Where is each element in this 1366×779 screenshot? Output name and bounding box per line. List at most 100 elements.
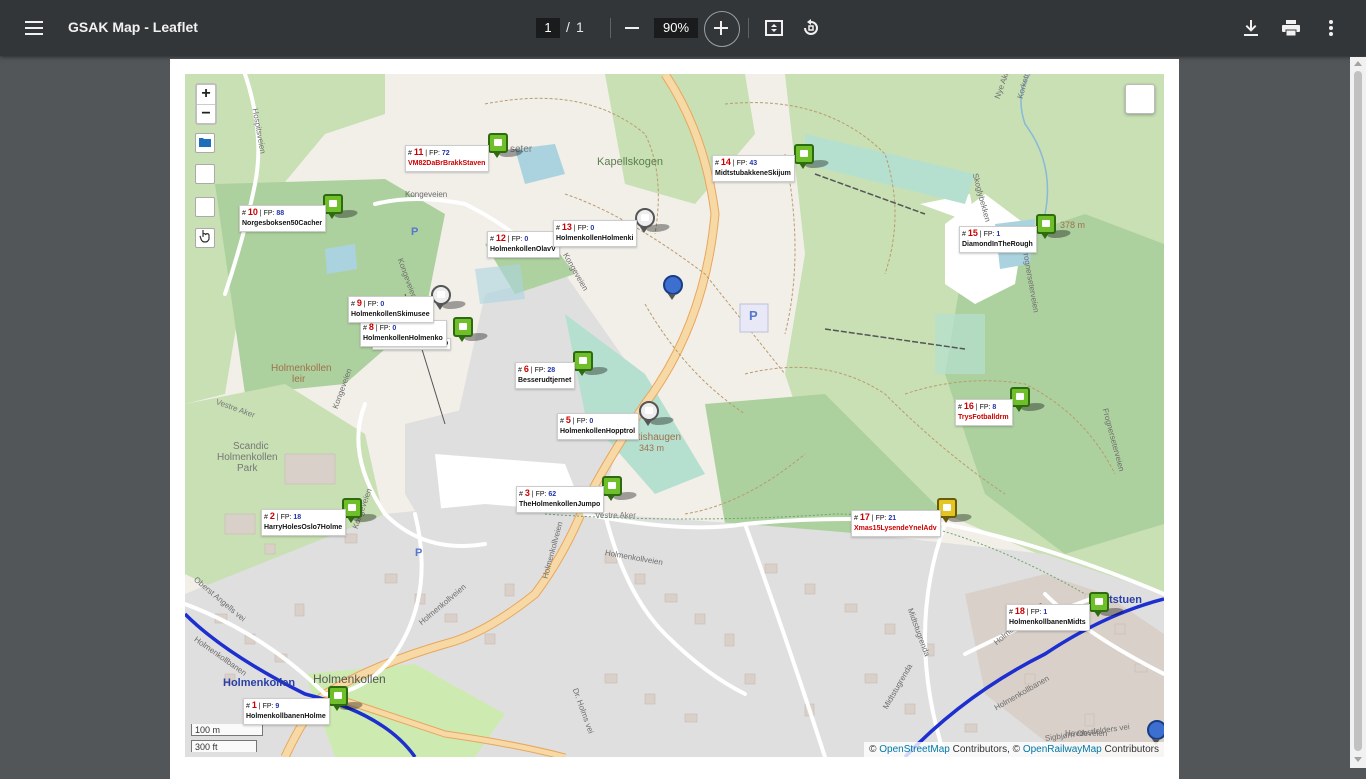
osm-link[interactable]: OpenStreetMap [879,744,950,755]
cache-fp: 1 [1043,609,1048,616]
cache-marker-icon[interactable] [431,285,451,310]
cache-fp: 43 [749,160,758,167]
cache-number: 3 [524,488,530,498]
cache-number: 15 [967,228,978,238]
cache-marker-glyph [800,150,808,157]
map-tiles [185,74,1164,757]
cache-name: HolmenkollenSkimusee [351,311,430,318]
cache-name: TrysFotballdrm [958,414,1009,421]
cache-marker-icon[interactable] [794,144,814,169]
cache-label[interactable]: # 9 | FP: 0 HolmenkollenSkimusee [348,296,434,323]
cache-name: TheHolmenkollenJumpo [519,501,601,508]
cache-label[interactable]: # 1 | FP: 9 HolmenkollbanenHolme [243,698,330,725]
map-label-holmenkollen-leir: Holmenkollen [271,363,332,374]
cache-fp: 72 [441,150,450,157]
cache-marker-icon[interactable] [573,351,593,376]
cache-fp: 21 [888,515,897,522]
cache-marker-glyph [437,291,445,298]
cache-fp: 0 [392,325,397,332]
minus-icon[interactable] [618,14,646,42]
document-title: GSAK Map - Leaflet [68,19,198,35]
parking-poi-icon[interactable] [1147,720,1164,745]
map-label-parking: P [411,226,419,238]
cache-label[interactable]: # 16 | FP: 8 TrysFotballdrm [955,399,1013,426]
cache-marker-icon[interactable] [602,476,622,501]
map-zoom-in-button[interactable]: + [197,85,215,104]
cache-number: 16 [963,401,974,411]
cache-marker-icon[interactable] [1036,214,1056,239]
cache-label[interactable]: # 15 | FP: 1 DiamondInTheRough [959,226,1037,253]
scroll-thumb[interactable] [1354,71,1362,751]
parking-poi-icon[interactable] [663,275,683,300]
pdf-toolbar: GSAK Map - Leaflet 1 / 1 90% [0,0,1366,56]
cache-fp: 1 [996,231,1001,238]
cache-marker-glyph [608,482,616,489]
layers-icon[interactable] [1125,84,1155,114]
map-label-scandic: Park [237,463,258,474]
map-label-elevation: 343 m [639,443,665,453]
toolbar-divider [610,18,611,38]
rotate-icon[interactable] [797,14,825,42]
cache-label[interactable]: # 14 | FP: 43 MidtstubakkeneSkijum [712,155,795,182]
cache-marker-glyph [641,214,649,221]
plus-icon[interactable] [707,14,735,42]
blank-control-icon[interactable] [195,164,215,184]
map-label-parking: P [749,308,758,323]
cache-marker-glyph [579,357,587,364]
cache-name: Besserudtjernet [518,377,572,384]
map-label-holmenkollen-station: Holmenkollen [223,677,296,689]
cache-label[interactable]: # 6 | FP: 28 Besserudtjernet [515,362,576,389]
page-total: 1 [576,19,584,35]
cache-label[interactable]: # 18 | FP: 1 HolmenkollbanenMidts [1006,604,1090,631]
zoom-level-input[interactable]: 90% [654,18,698,38]
cache-marker-icon[interactable] [453,317,473,342]
leaflet-map[interactable]: seter Kapellskogen P P P Holmenkollen le… [185,74,1164,757]
cache-marker-icon[interactable] [1089,592,1109,617]
map-zoom-out-button[interactable]: − [197,104,215,124]
cache-number: 2 [269,511,275,521]
cache-label[interactable]: # 3 | FP: 62 TheHolmenkollenJumpo [516,486,605,513]
cache-label[interactable]: # 5 | FP: 0 HolmenkollenHopptrol [557,413,640,440]
hand-icon[interactable] [195,228,215,248]
download-icon[interactable] [1237,14,1265,42]
cache-number: 8 [368,322,374,332]
scroll-up-icon[interactable] [1354,61,1362,66]
cache-label[interactable]: # 2 | FP: 18 HarryHolesOslo7Holme [261,509,347,536]
map-label-elevation: 378 m [1060,220,1086,230]
cache-number: 12 [495,233,506,243]
cache-marker-icon[interactable] [635,208,655,233]
cache-label[interactable]: # 17 | FP: 21 Xmas15LysendeYnelAdv [851,510,941,537]
page-number-input[interactable]: 1 [536,18,560,38]
cache-marker-glyph [334,692,342,699]
cache-marker-icon[interactable] [328,686,348,711]
menu-icon[interactable] [20,14,48,42]
print-icon[interactable] [1277,14,1305,42]
cache-label[interactable]: # 10 | FP: 88 Norgesboksen50Cacher [239,205,327,232]
cache-label[interactable]: # 13 | FP: 0 HolmenkollenHolmenki [553,220,638,247]
cache-fp: 0 [380,301,385,308]
cache-marker-icon[interactable] [1010,387,1030,412]
cache-marker-icon[interactable] [639,401,659,426]
map-label-leir: leir [292,374,306,385]
fit-to-page-icon[interactable] [760,14,788,42]
cache-marker-icon[interactable] [488,133,508,158]
cache-number: 6 [523,364,529,374]
cache-number: 10 [247,207,258,217]
folder-icon[interactable] [195,133,215,153]
scroll-down-icon[interactable] [1354,757,1362,762]
zoom-control: + − [195,83,217,125]
cache-fp: 8 [992,404,997,411]
cache-label[interactable]: # 8 | FP: 0 HolmenkollenHolmenko [360,320,447,347]
cache-name: Xmas15LysendeYnelAdv [854,525,937,532]
cache-number: 14 [720,157,731,167]
more-vert-icon[interactable] [1317,14,1345,42]
cache-label[interactable]: # 11 | FP: 72 VM82DaBrBrakkStaven [405,145,490,172]
cache-label[interactable]: # 12 | FP: 0 HolmenkollenOlavV [487,231,560,258]
cache-marker-glyph [645,407,653,414]
cache-marker-glyph [1042,220,1050,227]
blank-control-icon[interactable] [195,197,215,217]
orm-link[interactable]: OpenRailwayMap [1023,744,1102,755]
scale-imperial: 300 ft [191,740,257,752]
vertical-scrollbar[interactable] [1350,57,1366,768]
cache-name: HolmenkollbanenHolme [246,713,326,720]
